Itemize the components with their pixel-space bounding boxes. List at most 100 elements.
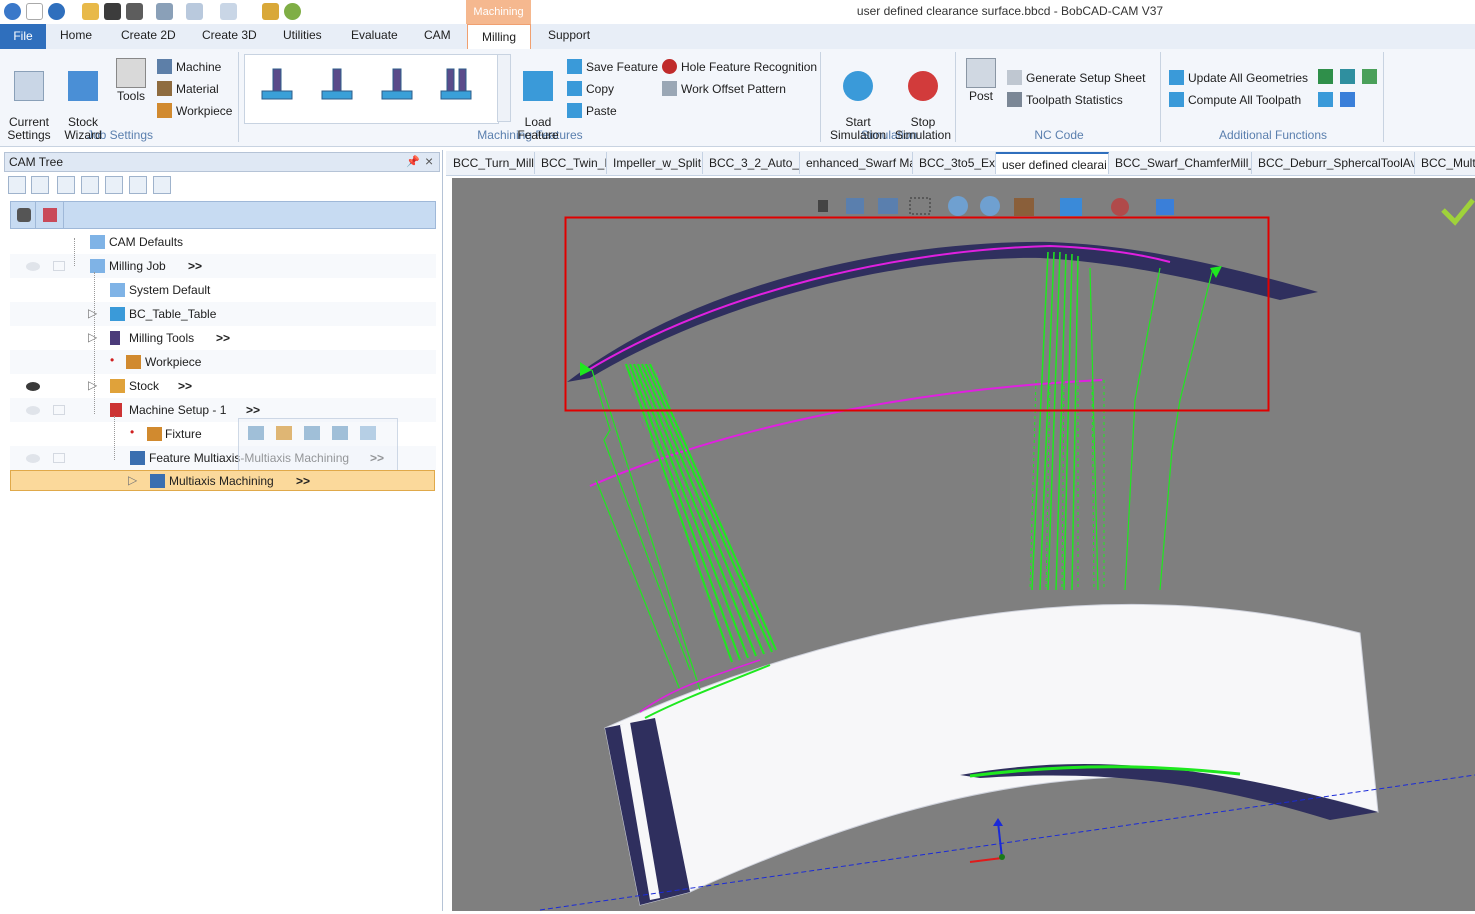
tree-toolbar-button-3[interactable] xyxy=(57,176,75,194)
redo-icon[interactable] xyxy=(220,3,237,20)
tree-toolbar-button-7[interactable] xyxy=(153,176,171,194)
more-button[interactable]: >> xyxy=(178,379,192,393)
toolpath-statistics-button[interactable]: Toolpath Statistics xyxy=(1007,92,1123,107)
visibility-eye-icon[interactable] xyxy=(26,406,40,415)
display-toggle[interactable] xyxy=(53,405,65,415)
part-icon[interactable] xyxy=(262,3,279,20)
doc-tab-active[interactable]: user defined clearai xyxy=(996,152,1109,174)
tab-utilities[interactable]: Utilities xyxy=(283,28,322,42)
tree-row-stock[interactable]: ▷ Stock >> xyxy=(10,374,436,398)
stop-simulation-label: Stop Simulation xyxy=(894,115,952,142)
recent-icon[interactable] xyxy=(48,3,65,20)
new-file-icon[interactable] xyxy=(26,3,43,20)
add-setup-icon[interactable] xyxy=(1362,69,1377,84)
tree-toolbar-button-4[interactable] xyxy=(81,176,99,194)
doc-tab[interactable]: BCC_3to5_Exa xyxy=(913,152,996,174)
doc-tab[interactable]: BCC_Deburr_SphercalToolAvc xyxy=(1252,152,1415,174)
load-feature-button[interactable]: Load Feature xyxy=(516,58,560,142)
operation-icon[interactable] xyxy=(248,426,264,440)
paste-op-icon[interactable] xyxy=(332,426,348,440)
globe-icon[interactable] xyxy=(284,3,301,20)
duplicate-op-icon[interactable] xyxy=(360,426,376,440)
pin-icon[interactable]: 📌 xyxy=(406,155,420,168)
save-as-icon[interactable] xyxy=(126,3,143,20)
tab-support[interactable]: Support xyxy=(548,28,590,42)
app-logo-icon[interactable] xyxy=(4,3,21,20)
display-toggle[interactable] xyxy=(53,453,65,463)
tab-milling[interactable]: Milling xyxy=(467,24,531,49)
tab-cam[interactable]: CAM xyxy=(424,28,451,42)
update-all-geometries-button[interactable]: Update All Geometries xyxy=(1169,70,1308,85)
move-up-icon[interactable] xyxy=(1318,92,1333,107)
hidden-eye-icon[interactable] xyxy=(26,382,40,391)
more-button[interactable]: >> xyxy=(216,331,230,345)
stock-wizard-button[interactable]: Stock Wizard xyxy=(58,58,108,142)
work-offset-pattern-button[interactable]: Work Offset Pattern xyxy=(662,81,786,96)
tree-row-multiaxis-machining[interactable]: ▷ Multiaxis Machining >> xyxy=(10,470,436,492)
print-icon[interactable] xyxy=(156,3,173,20)
paste-button[interactable]: Paste xyxy=(567,103,617,118)
accept-check-icon[interactable] xyxy=(1441,198,1475,226)
doc-tab[interactable]: BCC_Multi xyxy=(1415,152,1475,174)
save-feature-button[interactable]: Save Feature xyxy=(567,59,658,74)
copy-button[interactable]: Copy xyxy=(567,81,614,96)
start-simulation-button[interactable]: Start Simulation xyxy=(828,58,888,142)
tab-create-2d[interactable]: Create 2D xyxy=(121,28,176,42)
tab-home[interactable]: Home xyxy=(60,28,92,42)
graphics-viewport[interactable] xyxy=(452,178,1475,911)
close-icon[interactable]: × xyxy=(425,153,433,169)
copy-op-icon[interactable] xyxy=(304,426,320,440)
gear-icon xyxy=(14,71,44,101)
compute-all-toolpath-button[interactable]: Compute All Toolpath xyxy=(1169,92,1301,107)
tab-create-3d[interactable]: Create 3D xyxy=(202,28,257,42)
more-button[interactable]: >> xyxy=(188,259,202,273)
grid-toggle-icon[interactable] xyxy=(43,208,57,222)
fixture-icon xyxy=(147,427,162,441)
tree-toolbar-button-1[interactable] xyxy=(8,176,26,194)
doc-tab[interactable]: BCC_Swarf_ChamferMill_( xyxy=(1109,152,1252,174)
hide-all-icon[interactable] xyxy=(17,208,31,222)
more-button[interactable]: >> xyxy=(296,474,310,488)
doc-tab[interactable]: Impeller_w_Split xyxy=(607,152,703,174)
tree-item-label: Milling Tools xyxy=(129,331,195,345)
move-down-icon[interactable] xyxy=(1340,92,1355,107)
tree-row-milling-tools[interactable]: ▷ Milling Tools >> xyxy=(10,326,436,350)
stop-simulation-button[interactable]: Stop Simulation xyxy=(893,58,953,142)
display-toggle[interactable] xyxy=(53,261,65,271)
tree-toolbar-button-5[interactable] xyxy=(105,176,123,194)
gallery-scrollbar[interactable] xyxy=(497,54,511,122)
edit-icon[interactable] xyxy=(276,426,292,440)
doc-tab[interactable]: BCC_Turn_Milli xyxy=(447,152,535,174)
tab-evaluate[interactable]: Evaluate xyxy=(351,28,398,42)
tab-file[interactable]: File xyxy=(0,24,46,49)
hole-feature-recognition-button[interactable]: Hole Feature Recognition xyxy=(662,59,817,74)
add-feature-icon[interactable] xyxy=(1318,69,1333,84)
add-operation-icon[interactable] xyxy=(1340,69,1355,84)
feature-gallery[interactable] xyxy=(244,54,499,124)
generate-setup-sheet-button[interactable]: Generate Setup Sheet xyxy=(1007,70,1145,85)
doc-tab[interactable]: BCC_Twin_Ir xyxy=(535,152,607,174)
tree-toolbar-button-2[interactable] xyxy=(31,176,49,194)
tree-row-bc-table[interactable]: ▷ BC_Table_Table xyxy=(10,302,436,326)
workpiece-button[interactable]: Workpiece xyxy=(157,103,232,118)
visibility-eye-icon[interactable] xyxy=(26,262,40,271)
tools-button[interactable]: Tools xyxy=(112,58,150,103)
open-folder-icon[interactable] xyxy=(82,3,99,20)
work-offset-icon xyxy=(662,81,677,96)
doc-tab[interactable]: BCC_3_2_Auto_R xyxy=(703,152,800,174)
current-settings-button[interactable]: Current Settings xyxy=(6,58,52,142)
material-button[interactable]: Material xyxy=(157,81,219,96)
more-button[interactable]: >> xyxy=(246,403,260,417)
post-button[interactable]: Post xyxy=(963,58,999,103)
save-icon[interactable] xyxy=(104,3,121,20)
doc-tab[interactable]: enhanced_Swarf Ma xyxy=(800,152,913,174)
machine-button[interactable]: Machine xyxy=(157,59,221,74)
undo-icon[interactable] xyxy=(186,3,203,20)
tree-row-workpiece[interactable]: • Workpiece xyxy=(10,350,436,374)
expand-arrow-icon[interactable]: ▷ xyxy=(128,473,137,487)
view-toolbar[interactable] xyxy=(818,196,1174,216)
tree-row-system-default[interactable]: System Default xyxy=(10,278,436,302)
tree-toolbar-button-6[interactable] xyxy=(129,176,147,194)
upper-magenta-path xyxy=(584,244,1171,373)
visibility-eye-icon[interactable] xyxy=(26,454,40,463)
